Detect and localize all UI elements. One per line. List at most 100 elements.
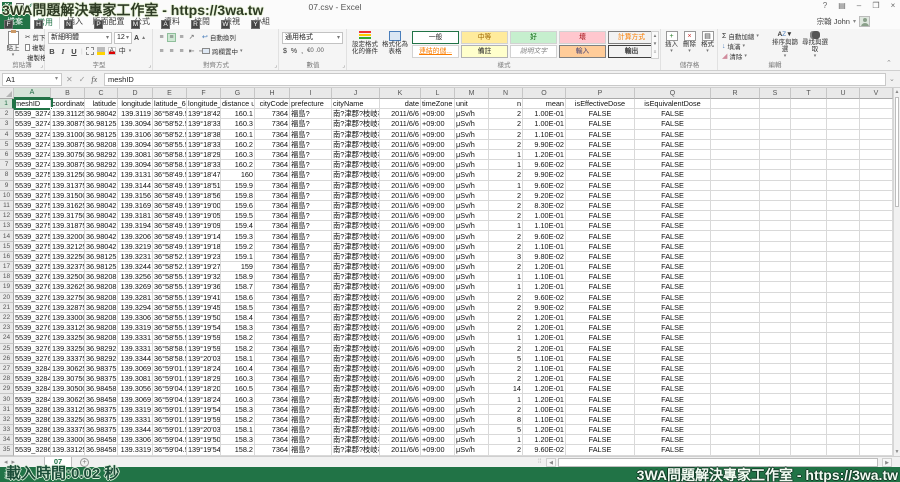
cell-J31[interactable]: 南?津郡?枝岐村 xyxy=(332,405,380,415)
cell-P4[interactable]: FALSE xyxy=(566,130,635,140)
cell-G33[interactable]: 158.1 xyxy=(221,425,255,435)
cell-J12[interactable]: 南?津郡?枝岐村 xyxy=(332,211,380,221)
cell-B10[interactable]: 139.31500 xyxy=(51,191,85,201)
cell-R10[interactable] xyxy=(711,191,760,201)
cell-V3[interactable] xyxy=(860,119,893,129)
cell-F13[interactable]: 139°19'09.8 xyxy=(187,221,221,231)
cell-E15[interactable]: 36°58'49.5 xyxy=(153,242,187,252)
avatar[interactable] xyxy=(859,16,870,27)
cell-D3[interactable]: 139.3094 xyxy=(118,119,153,129)
cell-J25[interactable]: 南?津郡?枝岐村 xyxy=(332,344,380,354)
cell-I33[interactable]: 福島? xyxy=(290,425,332,435)
cell-M29[interactable]: μSv/h xyxy=(455,384,489,394)
cell-Q11[interactable]: FALSE xyxy=(635,201,711,211)
cell-V24[interactable] xyxy=(860,333,893,343)
row-header-9[interactable]: 9 xyxy=(0,181,14,191)
cell-U2[interactable] xyxy=(827,109,860,119)
cell-H5[interactable]: 7364 xyxy=(255,140,290,150)
cell-A4[interactable]: 5539_3274 xyxy=(14,130,51,140)
cell-I2[interactable]: 福島? xyxy=(290,109,332,119)
cell-D11[interactable]: 139.3169 xyxy=(118,201,153,211)
cell-K13[interactable]: 2011/6/6 xyxy=(380,221,421,231)
cell-M35[interactable]: μSv/h xyxy=(455,445,489,455)
cell-U21[interactable] xyxy=(827,303,860,313)
font-dialog-launcher[interactable]: ⌟ xyxy=(148,62,151,69)
cell-E5[interactable]: 36°58'55.5 xyxy=(153,140,187,150)
cell-A26[interactable]: 5539_3276 xyxy=(14,354,51,364)
cell-U6[interactable] xyxy=(827,150,860,160)
row-header-6[interactable]: 6 xyxy=(0,150,14,160)
cell-J24[interactable]: 南?津郡?枝岐村 xyxy=(332,333,380,343)
cell-M1[interactable]: unit xyxy=(455,99,489,109)
cell-Q20[interactable]: FALSE xyxy=(635,293,711,303)
cell-E6[interactable]: 36°58'58.5 xyxy=(153,150,187,160)
cell-R13[interactable] xyxy=(711,221,760,231)
cell-L8[interactable]: +09:00 xyxy=(421,170,455,180)
cell-M27[interactable]: μSv/h xyxy=(455,364,489,374)
cell-R22[interactable] xyxy=(711,313,760,323)
cell-N15[interactable]: 2 xyxy=(489,242,523,252)
cell-style-6[interactable]: 連結的儲... xyxy=(412,45,459,58)
font-size-combo[interactable]: ▾12 xyxy=(114,32,132,44)
cell-G28[interactable]: 160.3 xyxy=(221,374,255,384)
cell-S19[interactable] xyxy=(760,282,791,292)
cell-H18[interactable]: 7364 xyxy=(255,272,290,282)
cell-I4[interactable]: 福島? xyxy=(290,130,332,140)
cell-P7[interactable]: FALSE xyxy=(566,160,635,170)
cell-I25[interactable]: 福島? xyxy=(290,344,332,354)
cell-U13[interactable] xyxy=(827,221,860,231)
cell-O27[interactable]: 1.10E-01 xyxy=(523,364,566,374)
cell-L5[interactable]: +09:00 xyxy=(421,140,455,150)
cell-K24[interactable]: 2011/6/6 xyxy=(380,333,421,343)
cell-G13[interactable]: 159.4 xyxy=(221,221,255,231)
cell-V6[interactable] xyxy=(860,150,893,160)
cell-G1[interactable]: distance unit:km xyxy=(221,99,255,109)
cell-L27[interactable]: +09:00 xyxy=(421,364,455,374)
format-as-table-button[interactable]: 格式化為表格 xyxy=(381,31,409,55)
cell-K8[interactable]: 2011/6/6 xyxy=(380,170,421,180)
cell-C8[interactable]: 36.98042 xyxy=(85,170,118,180)
cell-I31[interactable]: 福島? xyxy=(290,405,332,415)
cell-K18[interactable]: 2011/6/6 xyxy=(380,272,421,282)
cell-V9[interactable] xyxy=(860,181,893,191)
cell-L23[interactable]: +09:00 xyxy=(421,323,455,333)
cell-K9[interactable]: 2011/6/6 xyxy=(380,181,421,191)
currency-icon[interactable]: $ xyxy=(283,48,287,55)
cell-B15[interactable]: 139.32125 xyxy=(51,242,85,252)
cell-B4[interactable]: 139.31000 xyxy=(51,130,85,140)
cell-L29[interactable]: +09:00 xyxy=(421,384,455,394)
cell-N17[interactable]: 2 xyxy=(489,262,523,272)
cell-P33[interactable]: FALSE xyxy=(566,425,635,435)
cell-G32[interactable]: 158.2 xyxy=(221,415,255,425)
cell-H33[interactable]: 7364 xyxy=(255,425,290,435)
align-right-icon[interactable]: ≡ xyxy=(177,48,186,55)
cell-G26[interactable]: 158.1 xyxy=(221,354,255,364)
cell-Q29[interactable]: FALSE xyxy=(635,384,711,394)
cell-D27[interactable]: 139.3069 xyxy=(118,364,153,374)
cell-M17[interactable]: μSv/h xyxy=(455,262,489,272)
cell-R34[interactable] xyxy=(711,435,760,445)
cell-U12[interactable] xyxy=(827,211,860,221)
cell-V23[interactable] xyxy=(860,323,893,333)
cell-H27[interactable]: 7364 xyxy=(255,364,290,374)
cell-K7[interactable]: 2011/6/6 xyxy=(380,160,421,170)
cell-V22[interactable] xyxy=(860,313,893,323)
row-header-19[interactable]: 19 xyxy=(0,282,14,292)
cell-L24[interactable]: +09:00 xyxy=(421,333,455,343)
cell-D5[interactable]: 139.3094 xyxy=(118,140,153,150)
decimal-buttons[interactable]: €0 .00 xyxy=(307,48,324,54)
cell-J23[interactable]: 南?津郡?枝岐村 xyxy=(332,323,380,333)
cell-R28[interactable] xyxy=(711,374,760,384)
cell-J2[interactable]: 南?津郡?枝岐村 xyxy=(332,109,380,119)
cell-T22[interactable] xyxy=(791,313,827,323)
row-header-12[interactable]: 12 xyxy=(0,211,14,221)
formula-bar-expand-icon[interactable]: ⌄ xyxy=(889,75,895,83)
font-name-combo[interactable]: ▾新細明體 xyxy=(48,32,112,44)
cell-L6[interactable]: +09:00 xyxy=(421,150,455,160)
cell-U33[interactable] xyxy=(827,425,860,435)
cell-K28[interactable]: 2011/6/6 xyxy=(380,374,421,384)
cell-A9[interactable]: 5539_3275 xyxy=(14,181,51,191)
cell-N31[interactable]: 2 xyxy=(489,405,523,415)
select-all-corner[interactable] xyxy=(0,88,14,99)
cell-P31[interactable]: FALSE xyxy=(566,405,635,415)
